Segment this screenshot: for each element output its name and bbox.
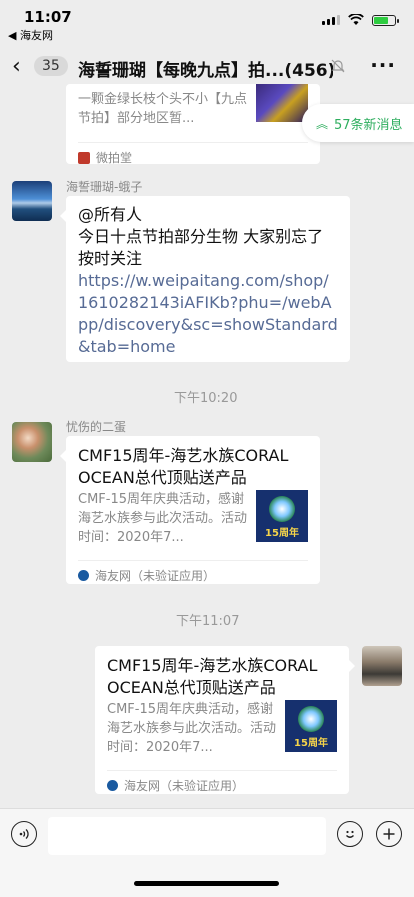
anniversary-logo-icon xyxy=(298,706,324,732)
thumb-label: 15周年 xyxy=(265,528,299,539)
timestamp: 下午10:20 xyxy=(174,391,238,406)
sender-name: 海誓珊瑚-蛾子 xyxy=(66,180,143,194)
avatar[interactable] xyxy=(12,422,52,462)
link-card-message[interactable]: 一颗金绿长枝个头不小【九点节拍】部分地区暂... 微拍堂 xyxy=(66,84,320,166)
clock: 11:07 xyxy=(24,8,72,26)
message-link[interactable]: https://w.weipaitang.com/shop/1610282143… xyxy=(78,270,338,358)
card-description: CMF-15周年庆典活动，感谢海艺水族参与此次活动。活动时间：2020年7... xyxy=(107,702,277,755)
link-card-message[interactable]: CMF15周年-海艺水族CORAL OCEAN总代顶贴送产品 CMF-15周年庆… xyxy=(60,436,320,584)
new-messages-button[interactable]: ︽ 57条新消息 xyxy=(302,104,414,142)
sender-name: 忧伤的二蛋 xyxy=(66,420,127,434)
message-input[interactable] xyxy=(48,817,326,855)
back-to-app-link[interactable]: ◀ 海友网 xyxy=(8,27,53,43)
smiley-icon xyxy=(346,830,354,838)
card-source: 微拍堂 xyxy=(78,142,308,166)
status-bar: 11:07 ◀ 海友网 xyxy=(0,0,414,44)
card-thumbnail: 15周年 xyxy=(256,490,308,542)
message-text: @所有人 今日十点节拍部分生物 大家别忘了按时关注 xyxy=(78,205,324,268)
voice-button[interactable] xyxy=(11,821,37,847)
double-chevron-up-icon: ︽ xyxy=(316,116,329,131)
avatar[interactable] xyxy=(12,181,52,221)
haiyou-app-icon xyxy=(78,570,89,581)
unread-count-badge[interactable]: 35 xyxy=(34,56,68,76)
avatar[interactable] xyxy=(362,646,402,686)
card-source-label: 微拍堂 xyxy=(96,151,133,165)
card-description: 一颗金绿长枝个头不小【九点节拍】部分地区暂... xyxy=(78,92,248,126)
card-source: 海友网（未验证应用） xyxy=(107,770,337,794)
haiyou-app-icon xyxy=(107,780,118,791)
add-more-button[interactable] xyxy=(376,821,402,847)
plus-icon xyxy=(383,828,395,840)
card-source-label: 海友网（未验证应用） xyxy=(95,569,216,583)
signal-icon xyxy=(322,15,340,25)
chat-title: 海誓珊瑚【每晚九点】拍...(456) xyxy=(78,61,333,81)
card-title: CMF15周年-海艺水族CORAL OCEAN总代顶贴送产品 xyxy=(107,656,318,697)
more-options-button[interactable]: ··· xyxy=(370,53,396,77)
card-source-label: 海友网（未验证应用） xyxy=(124,779,245,793)
anniversary-logo-icon xyxy=(269,496,295,522)
card-thumbnail xyxy=(256,84,308,122)
thumb-label: 15周年 xyxy=(294,738,328,749)
wifi-icon xyxy=(348,14,364,25)
card-title: CMF15周年-海艺水族CORAL OCEAN总代顶贴送产品 xyxy=(78,446,289,487)
voice-wave-icon xyxy=(19,829,29,839)
card-thumbnail: 15周年 xyxy=(285,700,337,752)
new-messages-label: 57条新消息 xyxy=(334,117,403,133)
home-indicator[interactable] xyxy=(134,881,279,886)
back-button[interactable]: ‹ xyxy=(12,54,21,79)
weipaitang-icon xyxy=(78,151,90,164)
card-description: CMF-15周年庆典活动，感谢海艺水族参与此次活动。活动时间：2020年7... xyxy=(78,492,248,545)
battery-icon xyxy=(372,14,399,26)
link-card-message[interactable]: CMF15周年-海艺水族CORAL OCEAN总代顶贴送产品 CMF-15周年庆… xyxy=(95,646,355,794)
timestamp: 下午11:07 xyxy=(176,614,240,629)
text-message[interactable]: @所有人 今日十点节拍部分生物 大家别忘了按时关注 https://w.weip… xyxy=(60,196,350,362)
card-source: 海友网（未验证应用） xyxy=(78,560,308,584)
mute-bell-icon xyxy=(331,59,345,73)
emoji-button[interactable] xyxy=(337,821,363,847)
